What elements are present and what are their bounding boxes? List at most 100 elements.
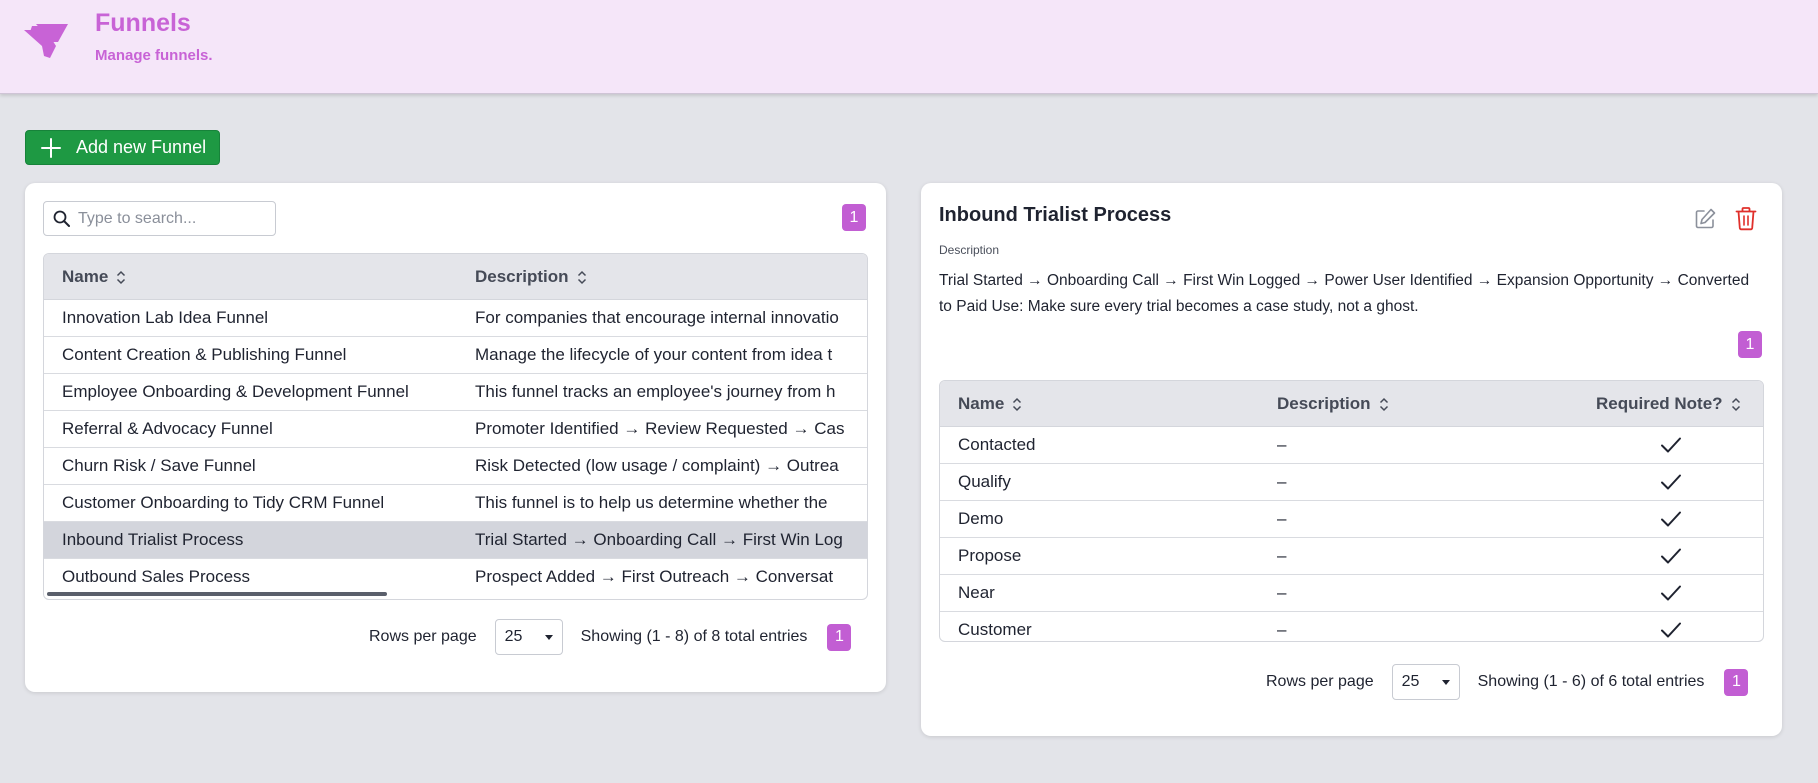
caret-down-icon — [544, 634, 553, 640]
funnel-description-cell: This funnel is to help us determine whet… — [475, 493, 828, 512]
table-row[interactable]: Inbound Trialist Process Trial Started → … — [44, 522, 867, 559]
column-header-description[interactable]: Description — [1277, 381, 1389, 427]
table-row[interactable]: Employee Onboarding & Development Funnel… — [44, 374, 867, 411]
pagination: Rows per page 25 Showing (1 - 8) of 8 to… — [369, 619, 852, 655]
funnel-list-panel: 1 Name Description Innovation Lab Idea F… — [25, 183, 886, 692]
column-header-label: Required Note? — [1596, 394, 1723, 413]
funnel-description-cell: Prospect Added → First Outreach → Conver… — [475, 567, 834, 586]
checkmark-icon — [1661, 585, 1681, 601]
search-icon — [53, 210, 70, 227]
funnel-name-cell: Innovation Lab Idea Funnel — [62, 308, 269, 327]
search-input[interactable] — [78, 209, 258, 228]
rows-per-page-label: Rows per page — [369, 628, 477, 645]
page-button[interactable]: 1 — [827, 623, 852, 651]
stage-name-cell: Contacted — [958, 435, 1036, 454]
column-header-label: Name — [958, 394, 1005, 413]
plus-icon — [41, 137, 61, 158]
funnel-description-cell: Trial Started → Onboarding Call → First … — [475, 530, 843, 549]
table-row[interactable]: Customer Onboarding to Tidy CRM Funnel Th… — [44, 485, 867, 522]
column-header-label: Name — [62, 267, 109, 286]
entries-summary: Showing (1 - 8) of 8 total entries — [580, 628, 808, 645]
table-row[interactable]: Churn Risk / Save Funnel Risk Detected (l… — [44, 448, 867, 485]
table-header: Name Description Required Note? — [940, 381, 1763, 427]
funnel-name-cell: Inbound Trialist Process — [62, 530, 244, 549]
table-row[interactable]: Innovation Lab Idea Funnel For companies … — [44, 300, 867, 337]
page-title: Funnels — [95, 9, 191, 37]
checkmark-icon — [1661, 548, 1681, 564]
funnel-detail-panel: Inbound Trialist Process Description Tri… — [921, 183, 1782, 736]
funnel-description-cell: Manage the lifecycle of your content fro… — [475, 345, 833, 364]
table-row[interactable]: Propose – — [940, 538, 1763, 575]
table-row[interactable]: Qualify – — [940, 464, 1763, 501]
stage-description-cell: – — [1277, 435, 1287, 454]
horizontal-scrollbar[interactable] — [47, 592, 387, 596]
funnel-name-cell: Outbound Sales Process — [62, 567, 251, 586]
funnel-name-cell: Content Creation & Publishing Funnel — [62, 345, 347, 364]
caret-down-icon — [1441, 679, 1450, 685]
column-header-name[interactable]: Name — [62, 254, 126, 300]
table-row[interactable]: Referral & Advocacy Funnel Promoter Ident… — [44, 411, 867, 448]
column-header-label: Description — [1277, 394, 1371, 413]
table-row[interactable]: Demo – — [940, 501, 1763, 538]
required-note-cell — [1660, 464, 1690, 500]
stage-name-cell: Demo — [958, 509, 1004, 528]
add-funnel-button[interactable]: Add new Funnel — [25, 130, 220, 165]
funnel-name-cell: Referral & Advocacy Funnel — [62, 419, 273, 438]
table-row[interactable]: Outbound Sales Process Prospect Added → F… — [44, 559, 867, 596]
page-subtitle: Manage funnels. — [95, 47, 213, 64]
description-text: Trial Started → Onboarding Call → First … — [939, 272, 1750, 315]
column-header-name[interactable]: Name — [958, 381, 1022, 427]
sort-icon — [577, 270, 586, 284]
table-row[interactable]: Contacted – — [940, 427, 1763, 464]
edit-icon[interactable] — [1693, 207, 1717, 231]
funnel-name-cell: Customer Onboarding to Tidy CRM Funnel — [62, 493, 385, 512]
rows-per-page-select[interactable]: 25 — [1391, 664, 1460, 700]
column-header-description[interactable]: Description — [475, 254, 587, 300]
description-label: Description — [939, 243, 1000, 257]
stages-table: Name Description Required Note? Contacte… — [939, 380, 1764, 642]
funnel-description-cell: This funnel tracks an employee's journey… — [475, 382, 836, 401]
page-badge[interactable]: 1 — [1738, 331, 1762, 358]
search-box[interactable] — [43, 201, 276, 236]
required-note-cell — [1660, 612, 1690, 641]
stage-name-cell: Qualify — [958, 472, 1011, 491]
checkmark-icon — [1661, 437, 1681, 453]
stage-name-cell: Customer — [958, 620, 1032, 639]
add-funnel-label: Add new Funnel — [76, 137, 207, 157]
funnel-description-cell: Risk Detected (low usage / complaint) → … — [475, 456, 839, 475]
trash-icon[interactable] — [1734, 206, 1758, 231]
required-note-cell — [1660, 501, 1690, 537]
entries-summary: Showing (1 - 6) of 6 total entries — [1477, 673, 1705, 690]
stage-description-cell: – — [1277, 472, 1287, 491]
table-body: Innovation Lab Idea Funnel For companies … — [44, 300, 867, 596]
funnel-name-cell: Employee Onboarding & Development Funnel — [62, 382, 409, 401]
stage-description-cell: – — [1277, 546, 1287, 565]
funnel-description-cell: For companies that encourage internal in… — [475, 308, 839, 327]
page-badge[interactable]: 1 — [842, 204, 866, 231]
rows-per-page-select[interactable]: 25 — [494, 619, 563, 655]
stage-description-cell: – — [1277, 583, 1287, 602]
rows-per-page-value: 25 — [504, 628, 523, 645]
funnel-name-cell: Churn Risk / Save Funnel — [62, 456, 256, 475]
checkmark-icon — [1661, 622, 1681, 638]
table-body: Contacted – Qualify – Demo – Propose – Near – Cust… — [940, 427, 1763, 641]
page-button[interactable]: 1 — [1724, 668, 1749, 696]
table-row[interactable]: Customer – — [940, 612, 1763, 641]
table-header: Name Description — [44, 254, 867, 300]
funnel-table: Name Description Innovation Lab Idea Fun… — [43, 253, 868, 600]
column-header-label: Description — [475, 267, 569, 286]
sort-icon — [1379, 397, 1388, 411]
detail-title: Inbound Trialist Process — [939, 204, 1172, 226]
checkmark-icon — [1661, 474, 1681, 490]
pagination: Rows per page 25 Showing (1 - 6) of 6 to… — [1266, 664, 1749, 700]
rows-per-page-label: Rows per page — [1266, 673, 1374, 690]
table-row[interactable]: Content Creation & Publishing Funnel Mana… — [44, 337, 867, 374]
stage-name-cell: Near — [958, 583, 995, 602]
rows-per-page-value: 25 — [1401, 673, 1420, 690]
funnel-icon — [24, 24, 68, 58]
page-header: Funnels Manage funnels. — [0, 0, 1818, 94]
stage-name-cell: Propose — [958, 546, 1022, 565]
table-row[interactable]: Near – — [940, 575, 1763, 612]
column-header-required-note[interactable]: Required Note? — [1596, 381, 1741, 427]
required-note-cell — [1660, 538, 1690, 574]
